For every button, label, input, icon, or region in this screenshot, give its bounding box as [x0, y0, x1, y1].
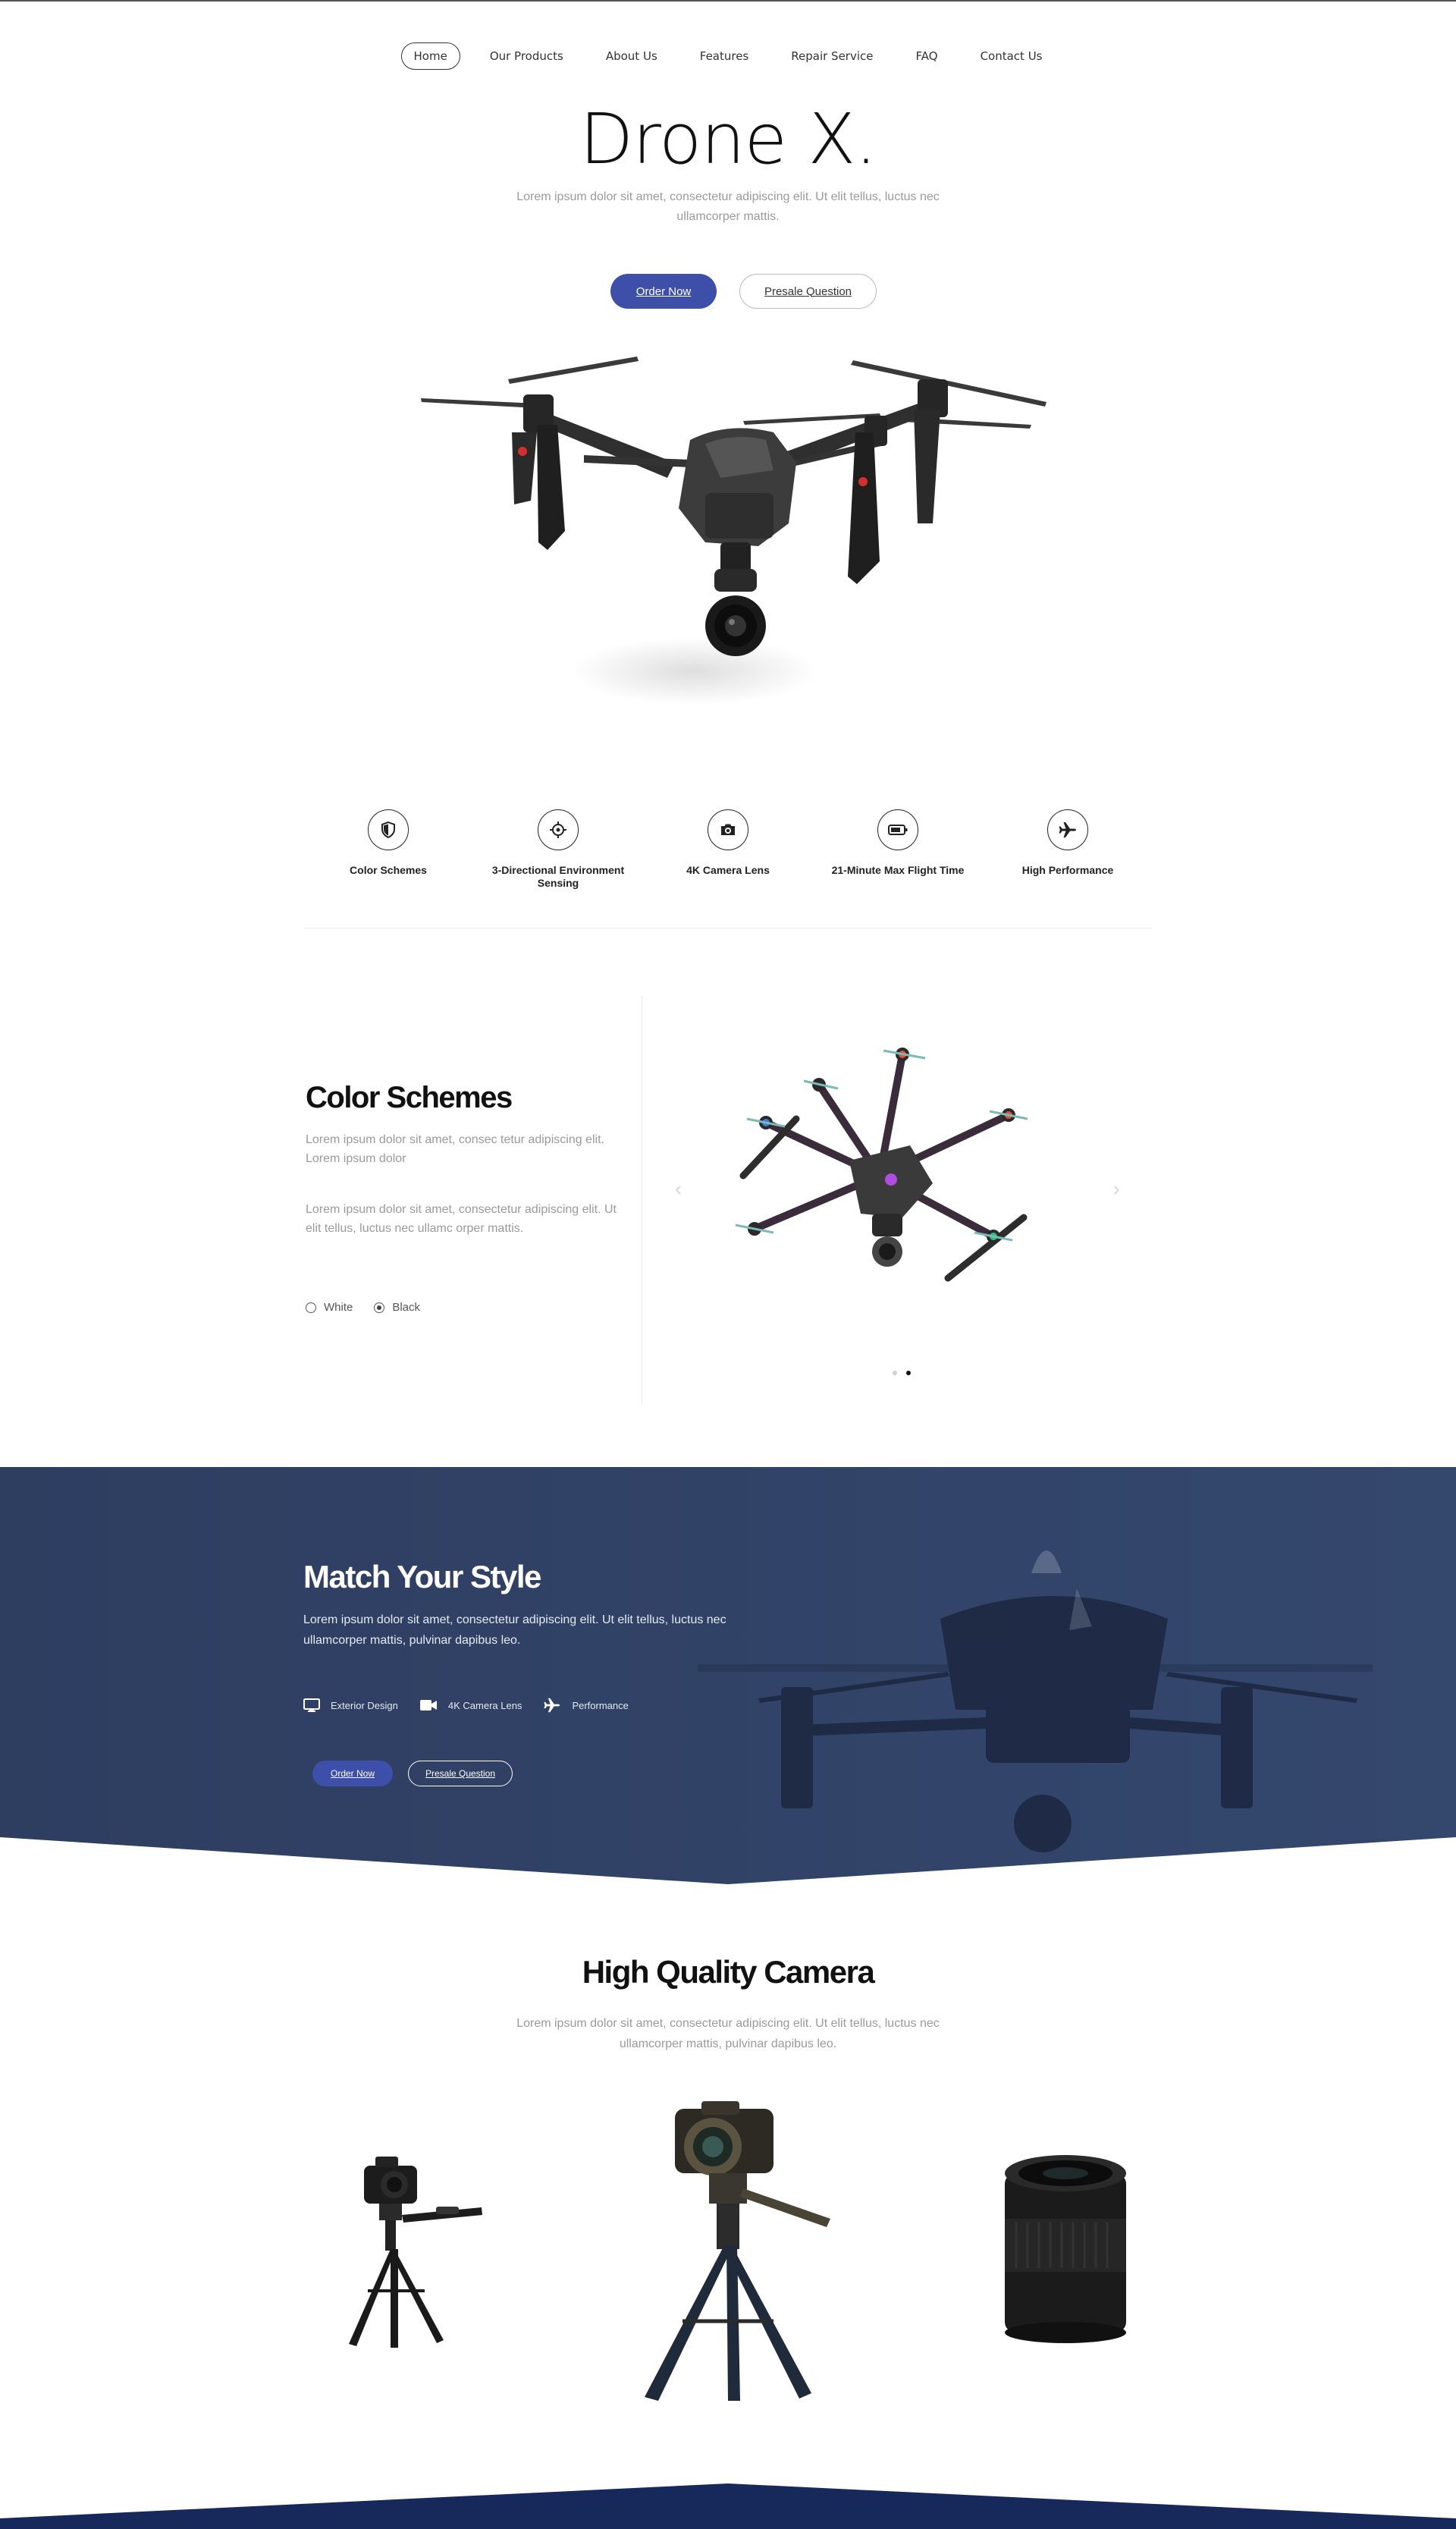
feature-label: High Performance: [1021, 864, 1114, 876]
feature-environment-sensing: 3-Directional Environment Sensing: [482, 809, 634, 890]
feature-high-performance: High Performance: [992, 809, 1144, 877]
camera-tripod-image: [349, 2157, 482, 2348]
battery-icon: [877, 809, 918, 850]
match-feature-exterior: Exterior Design: [303, 1696, 398, 1714]
match-style-features: Exterior Design 4K Camera Lens Performan…: [303, 1696, 629, 1714]
carousel-dot-2[interactable]: [906, 1371, 911, 1375]
camera-lens-image: [1005, 2155, 1126, 2343]
color-schemes-title: Color Schemes: [306, 1081, 513, 1114]
color-schemes-text-2: Lorem ipsum dolor sit amet, consectetur …: [306, 1203, 617, 1235]
match-style-title: Match Your Style: [303, 1559, 541, 1594]
monitor-icon: [303, 1698, 320, 1712]
carousel-prev-arrow[interactable]: ‹: [675, 1177, 682, 1201]
feature-label: 4K Camera Lens: [686, 864, 770, 876]
top-border: [0, 0, 1456, 2]
color-options: White Black: [306, 1301, 420, 1314]
color-schemes-text-1: Lorem ipsum dolor sit amet, consec tetur…: [306, 1133, 604, 1165]
nav-features[interactable]: Features: [687, 42, 762, 70]
carousel-next-arrow[interactable]: ›: [1113, 1177, 1120, 1201]
airplane-icon: [1047, 809, 1088, 850]
footer-band: [0, 2483, 1456, 2529]
radio-white[interactable]: [306, 1302, 316, 1313]
hero-subtitle: Lorem ipsum dolor sit amet, consectetur …: [516, 190, 940, 223]
airplane-icon: [544, 1698, 560, 1713]
high-quality-title: High Quality Camera: [582, 1954, 875, 1990]
match-feature-performance: Performance: [543, 1696, 629, 1714]
video-camera-icon: [419, 1700, 437, 1711]
match-feature-camera: 4K Camera Lens: [419, 1696, 522, 1714]
color-option-black[interactable]: Black: [374, 1301, 420, 1314]
high-quality-text: Lorem ipsum dolor sit amet, consectetur …: [516, 2017, 940, 2050]
match-order-now-button[interactable]: Order Now: [312, 1761, 393, 1786]
match-style-background: [0, 1467, 1456, 1884]
hero-title: Drone X.: [579, 99, 877, 180]
camera-icon: [708, 809, 748, 850]
nav-faq[interactable]: FAQ: [903, 42, 951, 70]
camera-large-tripod-image: [645, 2101, 830, 2401]
hero-drone-image: [421, 357, 1046, 656]
carousel-dot-1[interactable]: [893, 1371, 897, 1375]
main-nav: Home Our Products About Us Features Repa…: [0, 42, 1456, 70]
nav-about-us[interactable]: About Us: [593, 42, 670, 70]
presale-question-button[interactable]: Presale Question: [739, 274, 877, 309]
feature-label: 21-Minute Max Flight Time: [831, 864, 965, 876]
feature-4k-camera: 4K Camera Lens: [652, 809, 804, 877]
nav-home[interactable]: Home: [400, 42, 460, 70]
match-presale-question-button[interactable]: Presale Question: [408, 1761, 513, 1786]
order-now-button[interactable]: Order Now: [610, 274, 717, 309]
color-scheme-drone-image: [735, 1048, 1028, 1282]
radio-black[interactable]: [374, 1302, 385, 1313]
nav-our-products[interactable]: Our Products: [477, 42, 576, 70]
color-option-white[interactable]: White: [306, 1301, 353, 1314]
feature-label: Color Schemes: [350, 864, 427, 876]
feature-flight-time: 21-Minute Max Flight Time: [822, 809, 974, 877]
match-style-text: Lorem ipsum dolor sit amet, consectetur …: [303, 1613, 726, 1647]
crosshair-icon: [538, 809, 579, 850]
feature-label: 3-Directional Environment Sensing: [491, 864, 625, 889]
nav-contact-us[interactable]: Contact Us: [968, 42, 1056, 70]
shield-icon: [368, 809, 409, 850]
feature-color-schemes: Color Schemes: [312, 809, 464, 877]
nav-repair-service[interactable]: Repair Service: [778, 42, 886, 70]
